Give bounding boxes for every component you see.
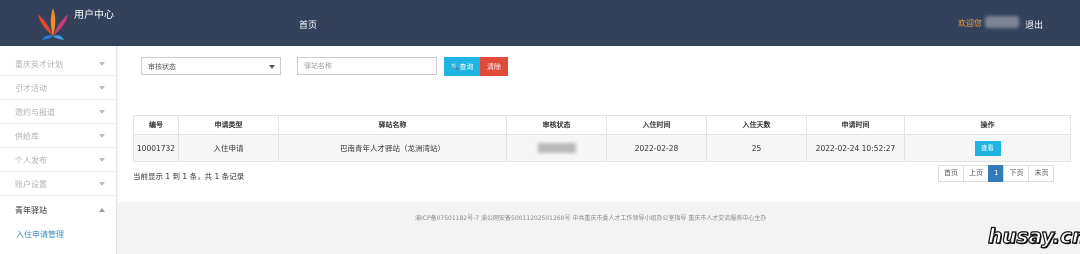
page-next-button[interactable]: 下页 bbox=[1003, 165, 1030, 182]
chevron-down-icon bbox=[99, 86, 105, 90]
query-button[interactable]: 🔍查询 bbox=[444, 57, 480, 76]
column-header: 入住天数 bbox=[706, 115, 807, 135]
chevron-down-icon bbox=[269, 65, 275, 69]
cell-id: 10001732 bbox=[133, 134, 179, 162]
chevron-up-icon bbox=[99, 208, 105, 212]
pagination: 首页 上页 1 下页 末页 bbox=[938, 165, 1055, 182]
chevron-down-icon bbox=[99, 158, 105, 162]
cell-applied-time: 2022-02-24 10:52:27 bbox=[806, 134, 905, 162]
logout-link[interactable]: 退出 bbox=[1025, 18, 1043, 31]
cell-type: 入住申请 bbox=[178, 134, 279, 162]
sidebar-item-label: 账户设置 bbox=[15, 180, 47, 189]
sidebar-item-personal-post[interactable]: 个人发布 bbox=[0, 148, 117, 172]
sidebar-item-label: 个人发布 bbox=[15, 156, 47, 165]
footer-text: 渝ICP备07501182号-7 渝公网安备50011202501260号 中共… bbox=[415, 215, 767, 222]
column-header: 申请类型 bbox=[178, 115, 279, 135]
app-title: 用户中心 bbox=[74, 10, 114, 21]
chevron-down-icon bbox=[99, 182, 105, 186]
cell-action: 查看 bbox=[904, 134, 1071, 162]
cell-station: 巴南青年人才驿站（龙洲湾站） bbox=[278, 134, 507, 162]
sidebar-subitem-checkin-apply[interactable]: 入住申请管理 bbox=[16, 229, 64, 240]
sidebar-item-invite-report[interactable]: 邀约与报道 bbox=[0, 100, 117, 124]
table-row: 10001732 入住申请 巴南青年人才驿站（龙洲湾站） 2022-02-28 … bbox=[133, 134, 1071, 162]
chevron-down-icon bbox=[99, 62, 105, 66]
status-select[interactable]: 审核状态 bbox=[141, 57, 281, 75]
applications-table: 编号 申请类型 驿站名称 审核状态 入住时间 入住天数 申请时间 操作 1000… bbox=[133, 115, 1071, 162]
sidebar-item-label: 引才活动 bbox=[15, 84, 47, 93]
nav-home-link[interactable]: 首页 bbox=[299, 18, 317, 31]
status-redacted bbox=[537, 143, 576, 153]
column-header: 申请时间 bbox=[806, 115, 905, 135]
column-header: 操作 bbox=[904, 115, 1071, 135]
status-select-value: 审核状态 bbox=[148, 63, 176, 71]
chevron-down-icon bbox=[99, 134, 105, 138]
sidebar-item-recruit-events[interactable]: 引才活动 bbox=[0, 76, 117, 100]
query-button-label: 查询 bbox=[459, 62, 474, 71]
sidebar-item-label: 邀约与报道 bbox=[15, 108, 55, 117]
sidebar-item-label: 青年驿站 bbox=[15, 206, 47, 215]
watermark: husay.cn bbox=[987, 223, 1080, 248]
chevron-down-icon bbox=[99, 110, 105, 114]
column-header: 审核状态 bbox=[506, 115, 607, 135]
records-summary: 当前显示 1 到 1 条，共 1 条记录 bbox=[133, 172, 245, 181]
cell-days: 25 bbox=[706, 134, 807, 162]
column-header: 编号 bbox=[133, 115, 179, 135]
cell-status bbox=[506, 134, 607, 162]
page-current-button[interactable]: 1 bbox=[988, 165, 1005, 182]
sidebar-item-supply-library[interactable]: 供给库 bbox=[0, 124, 117, 148]
welcome-text: 欢迎您 bbox=[958, 19, 982, 28]
page-prev-button[interactable]: 上页 bbox=[963, 165, 989, 182]
view-button[interactable]: 查看 bbox=[974, 140, 1001, 156]
sidebar-item-account-settings[interactable]: 账户设置 bbox=[0, 172, 117, 196]
sidebar-item-talent-plan[interactable]: 重庆英才计划 bbox=[0, 52, 117, 76]
clear-button[interactable]: 清除 bbox=[480, 57, 508, 76]
column-header: 入住时间 bbox=[606, 115, 707, 135]
top-navbar: 用户中心 首页 欢迎您 退出 bbox=[0, 0, 1080, 46]
table-header-row: 编号 申请类型 驿站名称 审核状态 入住时间 入住天数 申请时间 操作 bbox=[133, 115, 1071, 135]
cell-checkin-date: 2022-02-28 bbox=[606, 134, 707, 162]
sidebar-item-label: 重庆英才计划 bbox=[15, 60, 63, 69]
sidebar: 重庆英才计划 引才活动 邀约与报道 供给库 个人发布 账户设置 青年驿站 入住申… bbox=[0, 46, 117, 254]
sidebar-item-label: 供给库 bbox=[15, 132, 39, 141]
sidebar-item-youth-station[interactable]: 青年驿站 bbox=[0, 198, 117, 222]
column-header: 驿站名称 bbox=[278, 115, 507, 135]
username-redacted bbox=[985, 16, 1019, 28]
station-name-input[interactable] bbox=[297, 57, 437, 75]
logo-icon bbox=[38, 8, 68, 40]
page-first-button[interactable]: 首页 bbox=[938, 165, 964, 182]
page-last-button[interactable]: 末页 bbox=[1028, 165, 1055, 182]
